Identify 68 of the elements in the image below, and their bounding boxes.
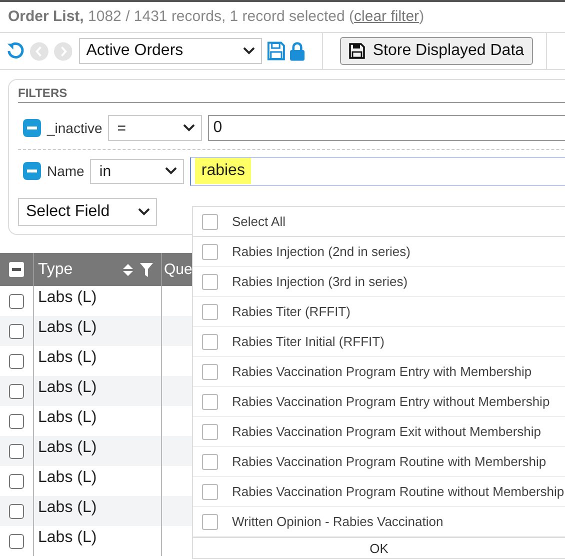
lock-icon[interactable] <box>290 41 305 61</box>
table-cell: Labs (L) <box>38 319 97 336</box>
option-item[interactable]: Rabies Vaccination Program Routine with Membership <box>193 447 565 477</box>
checkbox[interactable] <box>202 214 218 230</box>
table-cell: Labs (L) <box>38 469 97 486</box>
option-item[interactable]: Rabies Vaccination Program Routine without Membership <box>193 477 565 507</box>
operator-select[interactable]: in <box>90 158 184 184</box>
table-cell: Labs (L) <box>38 499 97 516</box>
checkbox[interactable] <box>9 294 24 308</box>
checkbox[interactable] <box>9 444 24 458</box>
record-summary: 1082 / 1431 records, 1 record selected ( <box>88 8 354 25</box>
table-cell: Labs (L) <box>38 439 97 456</box>
caret-icon <box>138 208 150 216</box>
filter-value-field[interactable]: rabies <box>190 156 565 186</box>
select-field-dropdown[interactable]: Select Field <box>18 198 157 226</box>
remove-filter-icon[interactable] <box>23 162 41 180</box>
filter-icon[interactable] <box>140 262 153 276</box>
option-item[interactable]: Rabies Vaccination Program Entry without Membership <box>193 387 565 417</box>
clear-filter-link[interactable]: clear filter <box>354 8 420 25</box>
table-cell: Labs (L) <box>38 529 97 546</box>
checkbox[interactable] <box>9 384 24 398</box>
remove-filter-icon[interactable] <box>23 119 41 137</box>
caret-icon <box>165 167 178 175</box>
option-item[interactable]: Rabies Titer (RFFIT) <box>193 297 565 327</box>
save-icon <box>348 43 365 59</box>
checkbox[interactable] <box>9 504 24 518</box>
filter-field-label: _inactive <box>47 120 102 136</box>
filters-heading: FILTERS <box>18 86 68 100</box>
column-header[interactable]: Que <box>164 261 192 278</box>
checkbox[interactable] <box>202 334 218 350</box>
checkbox[interactable] <box>9 474 24 488</box>
sort-icon[interactable] <box>122 262 134 276</box>
table-cell: Labs (L) <box>38 409 97 426</box>
store-data-button[interactable]: Store Displayed Data <box>340 37 534 65</box>
column-header[interactable]: Type <box>38 260 73 278</box>
operator-select[interactable]: = <box>108 115 202 141</box>
option-item[interactable]: Rabies Titer Initial (RFFIT) <box>193 327 565 357</box>
page-title: Order List, <box>8 8 84 25</box>
option-item[interactable]: Rabies Vaccination Program Entry with Membership <box>193 357 565 387</box>
checkbox[interactable] <box>202 364 218 380</box>
caret-icon <box>183 124 196 132</box>
caret-icon <box>242 47 255 55</box>
refresh-icon[interactable] <box>6 41 26 61</box>
option-item[interactable]: Rabies Injection (2nd in series) <box>193 237 565 267</box>
filter-value-field[interactable]: 0 <box>208 115 565 141</box>
option-item[interactable]: Rabies Vaccination Program Exit without Membership <box>193 417 565 447</box>
option-item[interactable]: Rabies Injection (3rd in series) <box>193 267 565 297</box>
checkbox[interactable] <box>202 244 218 260</box>
table-cell: Labs (L) <box>38 289 97 306</box>
checkbox[interactable] <box>9 354 24 368</box>
view-select[interactable]: Active Orders <box>79 38 262 64</box>
filter-field-label: Name <box>47 163 84 179</box>
checkbox[interactable] <box>202 394 218 410</box>
checkbox[interactable] <box>202 454 218 470</box>
option-item[interactable]: Select All <box>193 207 565 237</box>
checkbox[interactable] <box>202 424 218 440</box>
table-cell: Labs (L) <box>38 349 97 366</box>
closing-parenthesis: ) <box>419 8 424 25</box>
checkbox[interactable] <box>202 484 218 500</box>
checkbox[interactable] <box>9 324 24 338</box>
checkbox[interactable] <box>9 414 24 428</box>
checkbox[interactable] <box>202 304 218 320</box>
save-icon[interactable] <box>266 41 286 61</box>
table-cell: Labs (L) <box>38 379 97 396</box>
checkbox[interactable] <box>202 514 218 530</box>
select-all-checkbox[interactable] <box>9 262 24 277</box>
checkbox[interactable] <box>9 534 24 548</box>
checkbox[interactable] <box>202 274 218 290</box>
